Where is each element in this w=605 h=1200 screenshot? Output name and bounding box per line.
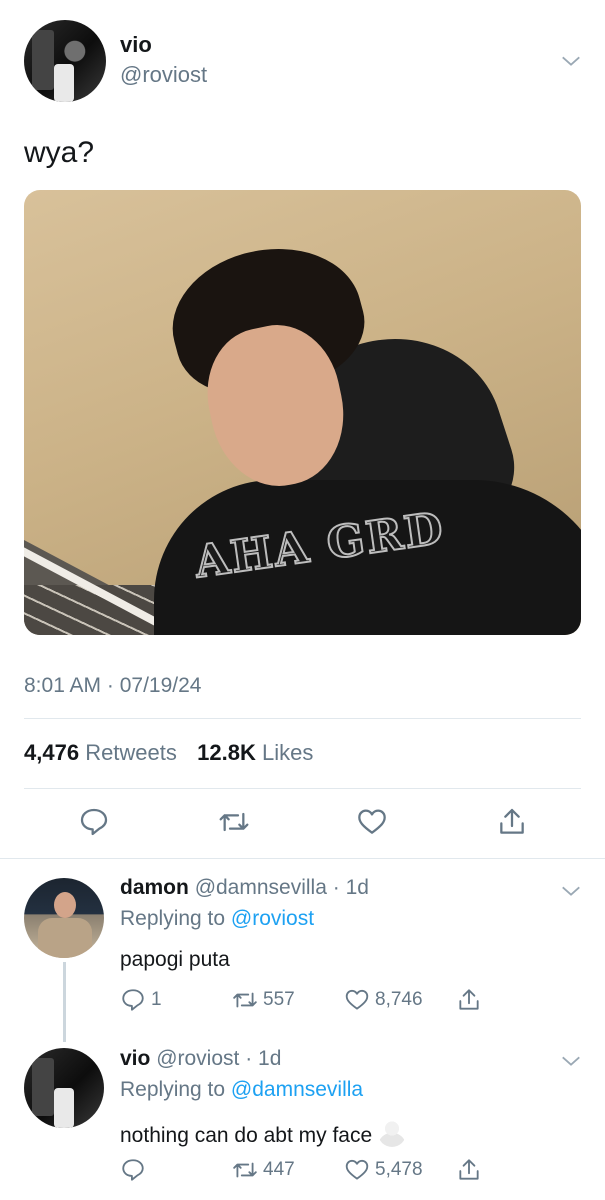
reply-time[interactable]: 1d (258, 1047, 281, 1070)
reply-button[interactable]: 1 (120, 987, 162, 1013)
author-handle[interactable]: @roviost (120, 62, 207, 88)
like-icon (345, 989, 369, 1010)
like-count: 5,478 (375, 1159, 423, 1180)
reply-icon (122, 989, 144, 1011)
retweet-button[interactable]: 557 (232, 987, 295, 1013)
shrug-emoji-icon (378, 1119, 407, 1147)
author-handle[interactable]: @roviost (156, 1047, 239, 1070)
like-count: 8,746 (375, 989, 423, 1010)
replying-prefix: Replying to (120, 1078, 226, 1101)
like-icon[interactable] (356, 806, 388, 838)
author-name[interactable]: damon (120, 876, 189, 899)
reply-text-wrap: nothing can do abt my face (120, 1119, 407, 1148)
retweet-icon[interactable] (218, 806, 250, 838)
replying-to: Replying to @damnsevilla (120, 1078, 363, 1102)
share-icon (459, 1159, 479, 1180)
like-icon (345, 1159, 369, 1180)
replying-prefix: Replying to (120, 907, 226, 930)
retweet-count: 447 (263, 1159, 295, 1180)
tweet-image[interactable]: AHA GRD (24, 190, 581, 635)
share-icon (459, 989, 479, 1010)
mention-link[interactable]: @roviost (231, 907, 314, 930)
chevron-down-icon[interactable] (560, 880, 582, 902)
reply-icon (122, 1159, 144, 1181)
tweet-text: wya? (24, 136, 95, 169)
retweet-icon (233, 992, 257, 1008)
chevron-down-icon[interactable] (560, 1050, 582, 1072)
share-button[interactable] (456, 987, 482, 1013)
divider (0, 858, 605, 859)
retweet-count[interactable]: 4,476 (24, 740, 79, 765)
tweet-timestamp[interactable]: 8:01 AM · 07/19/24 (24, 674, 201, 698)
divider (24, 788, 581, 789)
divider (24, 718, 581, 719)
retweet-count: 557 (263, 989, 295, 1010)
avatar[interactable] (24, 20, 106, 102)
share-icon[interactable] (496, 806, 528, 838)
retweet-label[interactable]: Retweets (85, 740, 177, 765)
chevron-down-icon[interactable] (560, 50, 582, 72)
reply-count: 1 (151, 989, 162, 1010)
share-button[interactable] (456, 1157, 482, 1183)
author-name[interactable]: vio (120, 1047, 150, 1070)
avatar[interactable] (24, 878, 104, 958)
reply-time[interactable]: 1d (346, 876, 369, 899)
reply-header: damon @damnsevilla · 1d (120, 876, 369, 899)
replying-to: Replying to @roviost (120, 907, 314, 931)
tweet-stats: 4,476 Retweets 12.8K Likes (24, 740, 313, 766)
like-button[interactable]: 5,478 (344, 1157, 423, 1183)
reply-text: nothing can do abt my face (120, 1124, 373, 1147)
author-name[interactable]: vio (120, 32, 152, 58)
reply-text: papogi puta (120, 948, 230, 971)
reply-button[interactable] (120, 1157, 151, 1183)
retweet-button[interactable]: 447 (232, 1157, 295, 1183)
like-button[interactable]: 8,746 (344, 987, 423, 1013)
thread-line (63, 962, 66, 1042)
reply-header: vio @roviost · 1d (120, 1047, 282, 1070)
like-label[interactable]: Likes (262, 740, 313, 765)
mention-link[interactable]: @damnsevilla (231, 1078, 363, 1101)
retweet-icon (233, 1162, 257, 1178)
author-handle[interactable]: @damnsevilla (195, 876, 327, 899)
avatar[interactable] (24, 1048, 104, 1128)
like-count[interactable]: 12.8K (197, 740, 256, 765)
reply-icon[interactable] (78, 806, 110, 838)
